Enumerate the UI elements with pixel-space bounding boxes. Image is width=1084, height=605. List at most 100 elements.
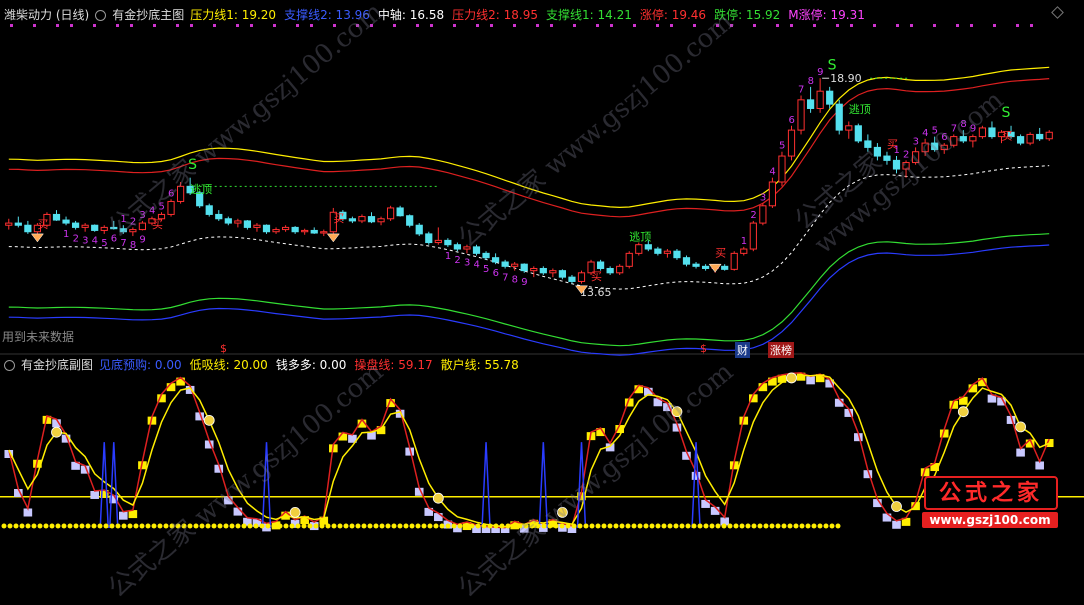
bottom-dot [445, 523, 451, 529]
candle-body [654, 248, 662, 254]
bottom-dot [301, 523, 307, 529]
candle-body [386, 207, 395, 220]
bottom-dot [7, 523, 13, 529]
candle-body [577, 272, 586, 282]
bottom-dot [601, 523, 607, 529]
candle-body [682, 257, 691, 265]
candle-body [539, 267, 547, 274]
support-line-2 [8, 244, 1050, 356]
bottom-dot [325, 523, 331, 529]
limit-up-badge: 涨榜 [768, 342, 794, 358]
buy-label: 买 [591, 270, 602, 283]
site-logo: 公式之家 www.gszj100.com [914, 474, 1064, 530]
marker-dot [190, 24, 193, 27]
bottom-dot [235, 523, 241, 529]
bottom-dot [457, 523, 463, 529]
marker-dot [176, 24, 179, 27]
candle-body [377, 218, 385, 223]
candle-body [692, 263, 700, 267]
candle-body [663, 250, 672, 254]
bottom-dot [331, 523, 337, 529]
bottom-dot [91, 523, 97, 529]
bottom-dot [715, 523, 721, 529]
indicator-toggle-icon[interactable] [95, 9, 107, 21]
oscillator-block [434, 513, 443, 522]
count-label: 6 [493, 268, 499, 279]
candle-body [787, 129, 796, 157]
marker-dot [670, 24, 673, 27]
money-bag-icon [203, 414, 215, 426]
bottom-dot [583, 523, 589, 529]
candle-body [205, 205, 213, 215]
bottom-dot [73, 523, 79, 529]
candle-body [243, 220, 252, 228]
bottom-dot [277, 523, 283, 529]
candle-body [425, 233, 433, 244]
bottom-dot [415, 523, 421, 529]
bottom-dot [67, 523, 73, 529]
candle-body [491, 257, 500, 263]
count-label: 7 [798, 85, 804, 96]
bottom-dot [1, 523, 7, 529]
candle-body [768, 181, 777, 207]
bottom-dot [397, 523, 403, 529]
oscillator-block [806, 376, 815, 385]
bottom-dot [139, 523, 145, 529]
bottom-dot [661, 523, 667, 529]
marker-dot [610, 24, 613, 27]
candle-body [835, 103, 843, 131]
marker-dot [813, 24, 816, 27]
candle-body [549, 270, 557, 274]
bottom-dot [811, 523, 817, 529]
bottom-dot [637, 523, 643, 529]
candle-body [730, 252, 738, 270]
candle-body [24, 224, 32, 233]
marker-dot [453, 24, 456, 27]
bottom-dot [733, 523, 739, 529]
oscillator-block [1016, 448, 1025, 457]
candle-body [52, 213, 61, 221]
bottom-dot [607, 523, 613, 529]
price-chart[interactable]: 18.9013.65SSS逃顶逃顶逃顶买买买买买买买1 2 3 4 5 6 7 891 23 4 5… [0, 0, 1084, 533]
signal-badge: $ [700, 342, 707, 355]
count-label: 1 [445, 251, 451, 262]
candle-body [701, 265, 710, 269]
sub-indicator-name[interactable]: 有金抄底副图 [21, 356, 93, 374]
bottom-dot [829, 523, 835, 529]
money-bag-icon [957, 406, 969, 418]
buy-label: 买 [152, 218, 163, 231]
candle-body [596, 261, 605, 269]
marker-dot [273, 24, 276, 27]
oscillator-block [892, 520, 901, 529]
sub-indicator-toggle-icon[interactable] [4, 359, 15, 371]
bottom-signal-spike [481, 442, 491, 529]
bottom-dot [295, 523, 301, 529]
bottom-dot [127, 523, 133, 529]
bottom-dot [241, 523, 247, 529]
marker-dot [896, 24, 899, 27]
oscillator-block [119, 511, 128, 520]
bottom-dot [721, 523, 727, 529]
candle-body [501, 261, 509, 267]
stock-title[interactable]: 潍柴动力 (日线) [4, 6, 89, 24]
candle-body [1026, 133, 1034, 144]
oscillator-block [701, 499, 710, 508]
bottom-dot [271, 523, 277, 529]
bottom-dot [19, 523, 25, 529]
candle-body [234, 220, 242, 224]
bottom-dot [769, 523, 775, 529]
candle-body [291, 226, 299, 233]
marker-dot [536, 24, 539, 27]
marker-dot [250, 24, 253, 27]
bottom-dot [283, 523, 289, 529]
bottom-signal-spike [691, 442, 701, 529]
diamond-icon [30, 233, 44, 243]
bottom-dot [115, 523, 121, 529]
candle-body [816, 90, 824, 109]
bottom-dot [739, 523, 745, 529]
main-indicator-name[interactable]: 有金抄底主图 [112, 6, 184, 24]
bottom-dot [589, 523, 595, 529]
buy-label: 买 [1002, 130, 1013, 143]
support-line-1 [8, 233, 1050, 347]
marker-dot [56, 24, 59, 27]
